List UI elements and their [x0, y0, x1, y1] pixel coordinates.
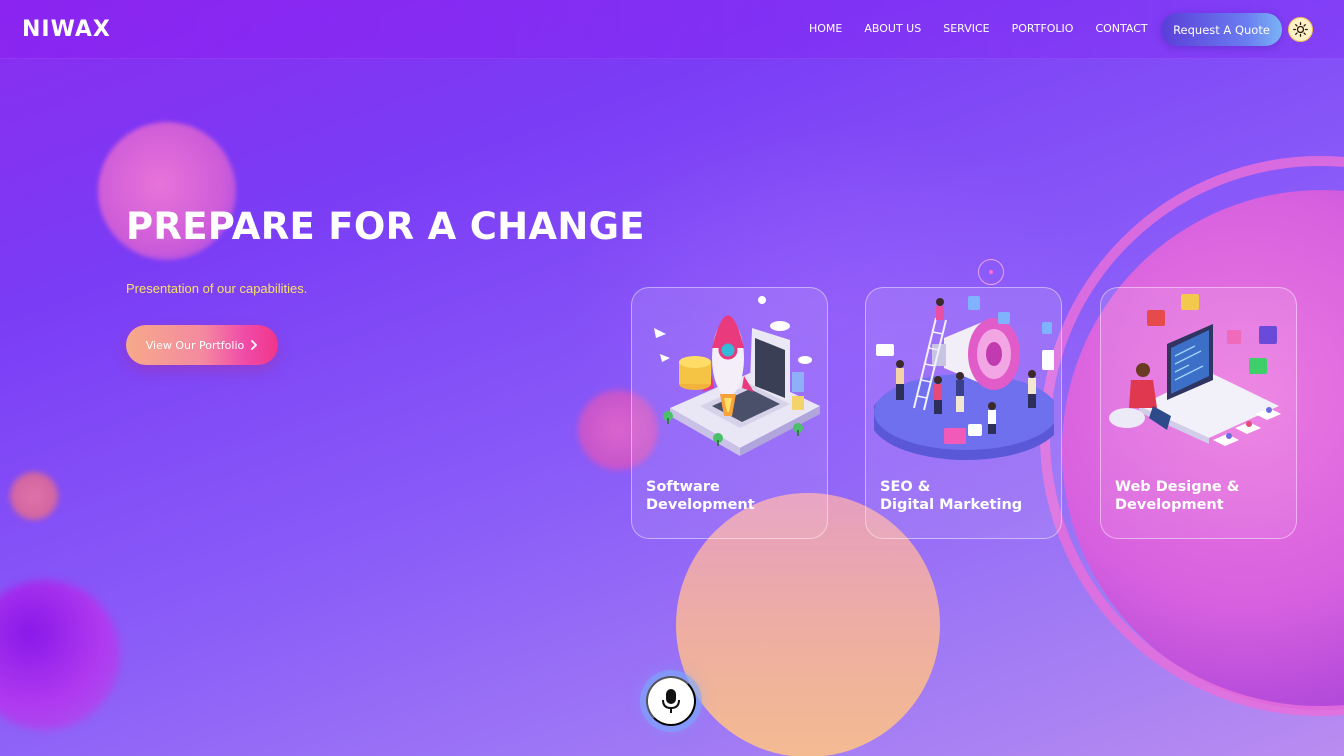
- microphone-icon: [662, 689, 680, 713]
- rocket-laptop-illustration: [654, 296, 820, 456]
- nav-about-us[interactable]: ABOUT US: [864, 22, 921, 35]
- site-logo[interactable]: NIWAX: [22, 17, 111, 42]
- service-title-line2: Development: [1115, 497, 1224, 513]
- service-card-title: SEO & Digital Marketing: [880, 478, 1050, 514]
- view-portfolio-label: View Our Portfolio: [145, 338, 245, 352]
- decor-bubble-purple: [0, 580, 120, 730]
- hero-subtitle: Presentation of our capabilities.: [126, 281, 308, 296]
- decor-dot-ring: [978, 259, 1004, 285]
- nav-service[interactable]: SERVICE: [943, 22, 989, 35]
- main-nav: HOME ABOUT US SERVICE PORTFOLIO CONTACT: [798, 22, 1159, 35]
- megaphone-team-illustration: [874, 296, 1054, 460]
- chevron-right-icon: [251, 340, 258, 350]
- decor-bubble-small: [10, 472, 58, 520]
- web-developer-illustration: [1109, 294, 1281, 446]
- nav-portfolio[interactable]: PORTFOLIO: [1012, 22, 1074, 35]
- service-card-web[interactable]: Web Designe & Development: [1100, 287, 1297, 539]
- site-header: NIWAX HOME ABOUT US SERVICE PORTFOLIO CO…: [0, 0, 1344, 59]
- voice-search-button[interactable]: [646, 676, 696, 726]
- service-title-line1: SEO &: [880, 479, 931, 495]
- theme-toggle-button[interactable]: [1288, 17, 1313, 42]
- service-title-line1: Web Designe &: [1115, 479, 1240, 495]
- nav-home[interactable]: HOME: [809, 22, 842, 35]
- view-portfolio-button[interactable]: View Our Portfolio: [126, 325, 278, 365]
- service-title-line1: Software: [646, 479, 720, 495]
- service-card-title: Web Designe & Development: [1115, 478, 1285, 514]
- sun-icon: [1293, 22, 1308, 37]
- service-title-line2: Digital Marketing: [880, 497, 1023, 513]
- service-title-line2: Development: [646, 497, 755, 513]
- hero-title: PREPARE FOR A CHANGE: [126, 205, 645, 248]
- request-quote-button[interactable]: Request A Quote: [1161, 13, 1282, 46]
- nav-contact[interactable]: CONTACT: [1095, 22, 1147, 35]
- service-card-seo[interactable]: SEO & Digital Marketing: [865, 287, 1062, 539]
- service-card-title: Software Development: [646, 478, 816, 514]
- service-card-software[interactable]: Software Development: [631, 287, 828, 539]
